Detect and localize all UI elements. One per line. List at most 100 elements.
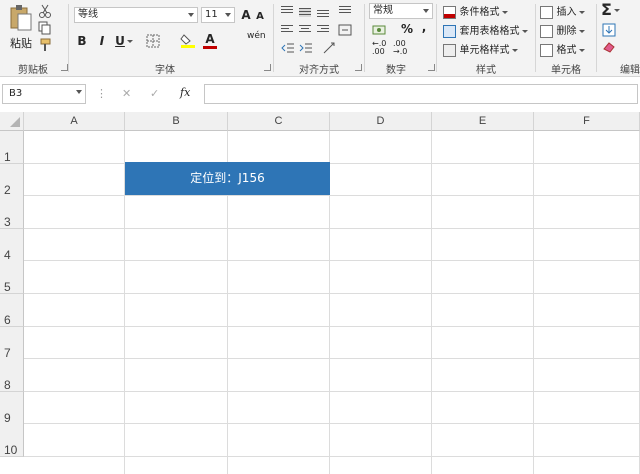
autosum-button[interactable]: Σ (601, 0, 620, 19)
separator (273, 4, 274, 72)
number-group-label: 数字 (386, 65, 406, 76)
wrap-text-icon[interactable] (339, 6, 351, 15)
increase-indent-icon[interactable] (299, 42, 313, 54)
column-header-a[interactable]: A (24, 112, 125, 131)
accounting-format-icon[interactable] (372, 23, 388, 37)
paste-button[interactable]: 粘贴 (8, 4, 34, 56)
grid-row-line (24, 326, 640, 327)
font-group-label: 字体 (155, 65, 175, 76)
number-dialog-launcher[interactable] (428, 64, 435, 71)
clear-icon[interactable] (602, 41, 616, 53)
formula-bar-grip: ⋮ (96, 87, 107, 100)
clipboard-dialog-launcher[interactable] (61, 64, 68, 71)
font-name-combo[interactable]: 等线 (74, 7, 198, 23)
grid-row-line (24, 456, 640, 457)
column-header-d[interactable]: D (330, 112, 432, 131)
phonetic-button[interactable]: wén (247, 31, 266, 41)
top-align-icon[interactable] (281, 6, 293, 15)
separator (364, 4, 365, 72)
paste-icon (10, 5, 32, 31)
row-header-5[interactable]: 5 (0, 261, 24, 294)
clipboard-group-label: 剪贴板 (18, 65, 48, 76)
grid-row-line (24, 228, 640, 229)
grid-row-line (24, 260, 640, 261)
decrease-decimal-icon[interactable]: .00 →.0 (393, 40, 407, 56)
bottom-align-icon[interactable] (317, 10, 329, 19)
row-header-7[interactable]: 7 (0, 327, 24, 360)
row-header-2[interactable]: 2 (0, 164, 24, 197)
insert-function-button[interactable]: fx (180, 86, 190, 99)
separator (596, 4, 597, 72)
percent-button[interactable]: % (400, 22, 414, 36)
row-header-1[interactable]: 1 (0, 131, 24, 164)
font-color-letter: A (205, 32, 215, 46)
fill-color-icon[interactable] (180, 32, 196, 48)
formula-input[interactable] (204, 84, 638, 104)
conditional-formatting-button[interactable]: 条件格式 (443, 3, 508, 19)
align-center-icon[interactable] (299, 25, 311, 34)
insert-cells-icon (540, 5, 553, 19)
cell-styles-icon (443, 43, 456, 57)
cell-styles-button[interactable]: 单元格样式 (443, 41, 518, 57)
bold-button[interactable]: B (76, 34, 88, 48)
conditional-formatting-icon (443, 5, 456, 19)
copy-icon[interactable] (38, 21, 52, 35)
column-header-f[interactable]: F (534, 112, 640, 131)
insert-cells-button[interactable]: 插入 (540, 3, 585, 19)
format-painter-icon[interactable] (38, 38, 52, 52)
grid-row-line (24, 423, 640, 424)
number-format-value: 常规 (373, 5, 393, 16)
borders-icon[interactable] (146, 34, 160, 48)
paste-label: 粘贴 (10, 37, 32, 50)
row-header-10[interactable]: 10 (0, 424, 24, 457)
format-cells-button[interactable]: 格式 (540, 41, 585, 57)
confirm-entry-button[interactable]: ✓ (150, 87, 159, 100)
merge-center-icon[interactable] (338, 24, 352, 36)
grow-font-button[interactable]: A (240, 8, 252, 22)
name-box-value: B3 (9, 88, 23, 99)
number-format-combo[interactable]: 常规 (369, 3, 433, 19)
align-left-icon[interactable] (281, 25, 293, 34)
format-cells-label: 格式 (556, 45, 577, 56)
row-header-9[interactable]: 9 (0, 392, 24, 425)
decrease-indent-icon[interactable] (281, 42, 295, 54)
format-cells-icon (540, 43, 553, 57)
grid-row-line (24, 195, 640, 196)
delete-cells-label: 删除 (556, 26, 577, 37)
delete-cells-button[interactable]: 删除 (540, 22, 585, 38)
select-all-icon (10, 117, 20, 127)
grid-row-line (24, 163, 640, 164)
separator (68, 4, 69, 72)
format-as-table-button[interactable]: 套用表格格式 (443, 22, 528, 38)
name-box[interactable]: B3 (2, 84, 86, 104)
comma-button[interactable]: , (419, 20, 429, 34)
column-header-c[interactable]: C (228, 112, 330, 131)
middle-align-icon[interactable] (299, 8, 311, 17)
underline-label: U (115, 34, 125, 48)
goto-notification-banner: 定位到：J156 (125, 162, 330, 195)
row-header-6[interactable]: 6 (0, 294, 24, 327)
cut-icon[interactable] (38, 4, 52, 18)
cancel-entry-button[interactable]: ✕ (122, 87, 131, 100)
font-size-combo[interactable]: 11 (201, 7, 235, 23)
cell-styles-label: 单元格样式 (459, 45, 510, 56)
orientation-icon[interactable] (322, 41, 336, 55)
font-dialog-launcher[interactable] (264, 64, 271, 71)
insert-cells-label: 插入 (556, 7, 577, 18)
alignment-dialog-launcher[interactable] (355, 64, 362, 71)
fill-down-icon[interactable] (602, 23, 616, 37)
row-header-8[interactable]: 8 (0, 359, 24, 392)
underline-button[interactable]: U (114, 34, 134, 48)
italic-button[interactable]: I (96, 34, 108, 48)
column-header-b[interactable]: B (125, 112, 228, 131)
font-color-bar (203, 46, 217, 49)
shrink-font-button[interactable]: A (255, 10, 265, 24)
cells-group-label: 单元格 (551, 65, 581, 76)
align-right-icon[interactable] (317, 25, 329, 34)
row-header-4[interactable]: 4 (0, 229, 24, 262)
font-color-button[interactable]: A (203, 32, 217, 49)
increase-decimal-icon[interactable]: ←.0.00 (372, 40, 386, 56)
row-header-3[interactable]: 3 (0, 196, 24, 229)
column-header-e[interactable]: E (432, 112, 534, 131)
select-all-corner[interactable] (0, 112, 24, 131)
